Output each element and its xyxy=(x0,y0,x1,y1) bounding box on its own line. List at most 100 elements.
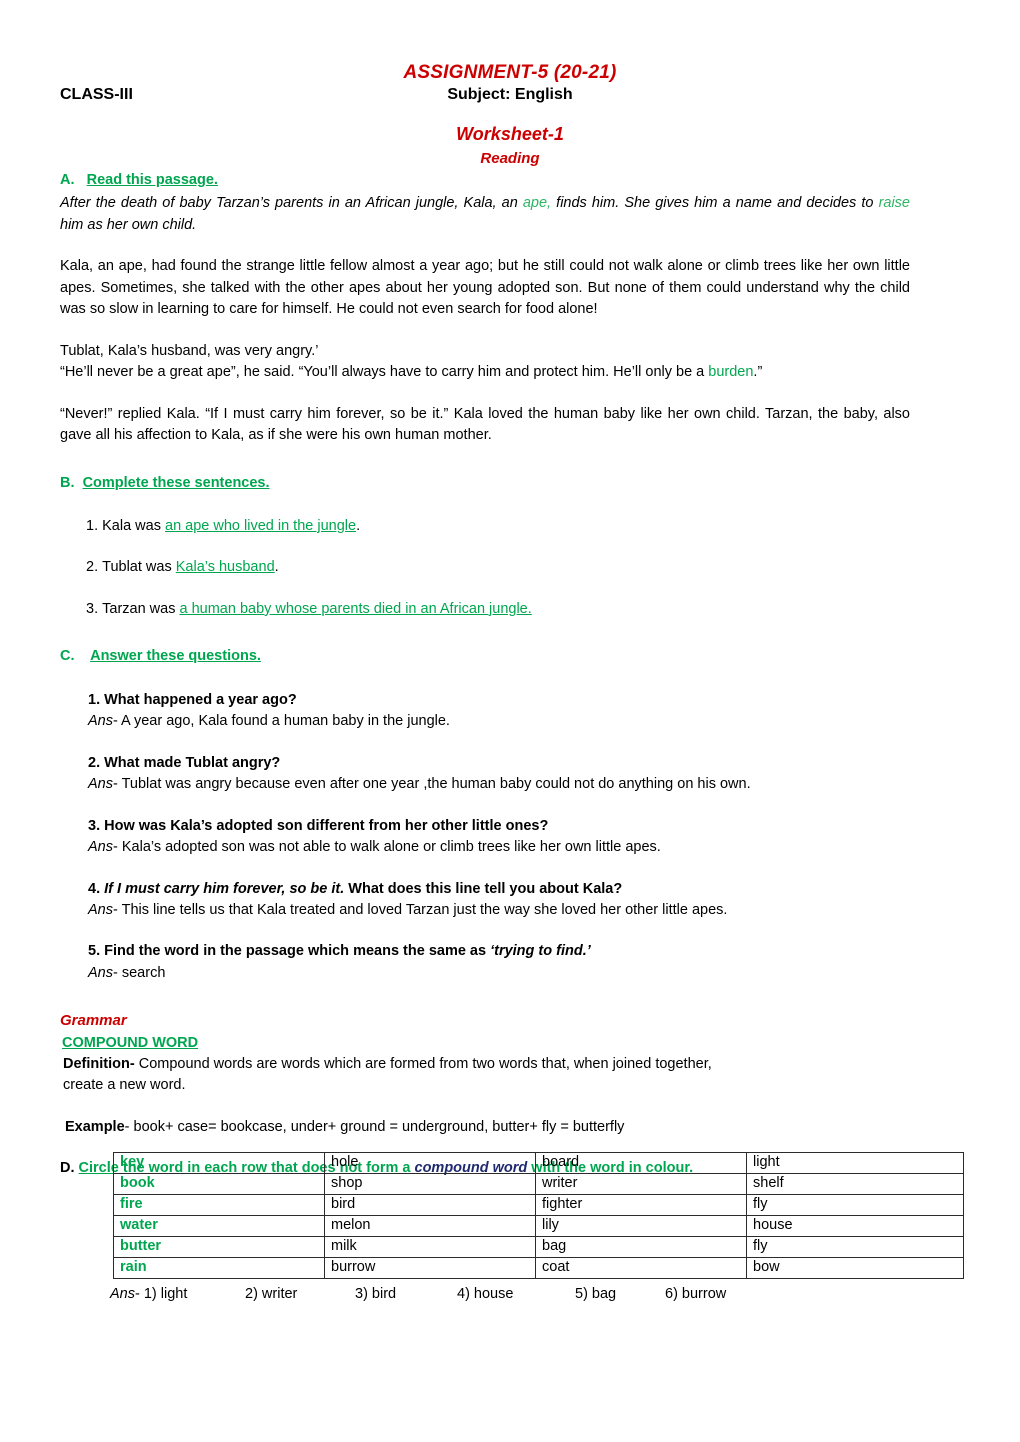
answer-key-item-1: - 1) light xyxy=(135,1286,188,1302)
question-quote: If I must carry him forever, so be it. xyxy=(104,880,345,897)
table-row: fire bird fighter fly xyxy=(113,1194,964,1216)
question-quote: ‘trying to find.’ xyxy=(490,943,591,960)
table-row: rain burrow coat bow xyxy=(113,1257,964,1279)
option-cell[interactable]: writer xyxy=(535,1173,747,1195)
grammar-topic-line: COMPOUND WORD xyxy=(60,1033,910,1054)
section-a-letter: A. xyxy=(60,172,75,188)
item-number: 3. xyxy=(86,600,99,617)
passage-quote-part2: .” xyxy=(753,364,763,381)
compound-word-table: key hole board light book shop writer sh… xyxy=(113,1152,964,1279)
option-cell[interactable]: bird xyxy=(324,1194,536,1216)
answer-line: Ans- Tublat was angry because even after… xyxy=(88,774,910,795)
section-a-label: Read this passage. xyxy=(86,172,218,188)
option-cell[interactable]: melon xyxy=(324,1215,536,1237)
answer-label: Ans xyxy=(88,964,113,981)
answer-text: - search xyxy=(113,964,166,981)
section-b-item-1: 1. Kala was an ape who lived in the jung… xyxy=(86,516,910,537)
option-cell[interactable]: coat xyxy=(535,1257,747,1279)
question-text: 1. What happened a year ago? xyxy=(88,691,297,708)
item-stem: Kala was xyxy=(102,517,165,534)
passage-paragraph-3b: “He’ll never be a great ape”, he said. “… xyxy=(60,362,910,383)
answer-line: Ans- Kala’s adopted son was not able to … xyxy=(88,837,910,858)
question-prefix: 4. xyxy=(88,880,105,897)
table-row: key hole board light xyxy=(113,1152,964,1174)
section-c-qa-1: 1. What happened a year ago? Ans- A year… xyxy=(88,690,910,733)
cue-word-cell[interactable]: water xyxy=(113,1215,325,1237)
section-d-answer-key: Ans- 1) light 2) writer 3) bird 4) house 5) … xyxy=(110,1286,726,1302)
answer-label: Ans xyxy=(88,713,113,730)
option-cell[interactable]: shop xyxy=(324,1173,536,1195)
example-label: Example xyxy=(65,1118,125,1135)
option-cell[interactable]: fighter xyxy=(535,1194,747,1216)
answer-text: - Kala’s adopted son was not able to wal… xyxy=(113,839,661,856)
cue-word-cell[interactable]: fire xyxy=(113,1194,325,1216)
section-b-label: Complete these sentences. xyxy=(82,474,270,491)
option-cell[interactable]: milk xyxy=(324,1236,536,1258)
passage-highlight-burden: burden xyxy=(708,364,754,381)
grammar-definition-cont: create a new word. xyxy=(63,1077,186,1094)
answer-label: Ans xyxy=(88,901,113,918)
section-a-heading: A. Read this passage. xyxy=(60,170,910,191)
definition-text: Compound words are words which are forme… xyxy=(134,1055,712,1072)
section-b-heading: B. Complete these sentences. xyxy=(60,473,910,494)
option-cell[interactable]: board xyxy=(535,1152,747,1174)
item-answer: Kala’s husband xyxy=(175,559,275,576)
answer-label: Ans xyxy=(88,776,113,793)
cue-word-cell[interactable]: rain xyxy=(113,1257,325,1279)
grammar-example: Example- book+ case= bookcase, under+ gr… xyxy=(60,1117,910,1138)
table-row: water melon lily house xyxy=(113,1215,964,1237)
question-prefix: 5. Find the word in the passage which me… xyxy=(88,943,491,960)
answer-text: - This line tells us that Kala treated a… xyxy=(113,901,728,918)
item-answer: an ape who lived in the jungle xyxy=(165,517,357,534)
compound-word-table-wrapper: key hole board light book shop writer sh… xyxy=(113,1152,964,1279)
item-number: 1. xyxy=(86,517,99,534)
passage-intro-part2: finds him. She gives him a name and deci… xyxy=(551,195,879,212)
passage-paragraph-3a: Tublat, Kala’s husband, was very angry.’ xyxy=(60,342,319,359)
option-cell[interactable]: fly xyxy=(746,1194,964,1216)
grammar-definition: Definition- Compound words are words whi… xyxy=(60,1054,910,1075)
item-stem: Tarzan was xyxy=(102,600,180,617)
option-cell[interactable]: bag xyxy=(535,1236,747,1258)
passage-intro-part1: After the death of baby Tarzan’s parents… xyxy=(60,195,523,212)
cue-word-cell[interactable]: butter xyxy=(113,1236,325,1258)
item-tail: . xyxy=(274,559,279,576)
section-c-label: Answer these questions. xyxy=(90,648,261,665)
passage-quote-part1: “He’ll never be a great ape”, he said. “… xyxy=(60,364,709,381)
option-cell[interactable]: shelf xyxy=(746,1173,964,1195)
assignment-title: ASSIGNMENT-5 (20-21) xyxy=(403,62,617,83)
option-cell[interactable]: burrow xyxy=(324,1257,536,1279)
item-stem: Tublat was xyxy=(102,559,176,576)
question-text: 4. If I must carry him forever, so be it… xyxy=(88,879,910,900)
section-b-item-2: 2. Tublat was Kala’s husband. xyxy=(86,557,910,578)
worksheet-body: A. Read this passage. After the death of… xyxy=(60,170,910,1180)
option-cell[interactable]: hole xyxy=(324,1152,536,1174)
table-row: butter milk bag fly xyxy=(113,1236,964,1258)
passage-paragraph-2: Kala, an ape, had found the strange litt… xyxy=(60,258,910,318)
section-c-qa-4: 4. If I must carry him forever, so be it… xyxy=(88,879,910,922)
section-b-item-3: 3. Tarzan was a human baby whose parents… xyxy=(86,599,910,620)
grammar-heading: Grammar xyxy=(60,1012,127,1030)
table-row: book shop writer shelf xyxy=(113,1173,964,1195)
section-d-letter: D. xyxy=(60,1160,75,1177)
passage-highlight-raise: raise xyxy=(878,195,910,212)
answer-line: Ans- search xyxy=(88,963,910,984)
answer-label: Ans xyxy=(110,1286,135,1302)
answer-line: Ans- This line tells us that Kala treate… xyxy=(88,900,910,921)
grammar-topic: COMPOUND WORD xyxy=(62,1034,199,1051)
answer-key-item-6: 6) burrow xyxy=(665,1286,727,1302)
option-cell[interactable]: lily xyxy=(535,1215,747,1237)
answer-text: - Tublat was angry because even after on… xyxy=(113,776,751,793)
option-cell[interactable]: bow xyxy=(746,1257,964,1279)
cue-word-cell[interactable]: book xyxy=(113,1173,325,1195)
definition-label: Definition- xyxy=(63,1055,135,1072)
example-text: - book+ case= bookcase, under+ ground = … xyxy=(124,1118,625,1135)
answer-key-item-5: 5) bag xyxy=(575,1286,617,1302)
section-c-letter: C. xyxy=(60,648,75,665)
cue-word-cell[interactable]: key xyxy=(113,1152,325,1174)
option-cell[interactable]: light xyxy=(746,1152,964,1174)
option-cell[interactable]: fly xyxy=(746,1236,964,1258)
option-cell[interactable]: house xyxy=(746,1215,964,1237)
passage-paragraph-4: “Never!” replied Kala. “If I must carry … xyxy=(60,405,910,444)
subject-label: Subject: English xyxy=(447,86,573,103)
section-c-qa-5: 5. Find the word in the passage which me… xyxy=(88,941,910,984)
